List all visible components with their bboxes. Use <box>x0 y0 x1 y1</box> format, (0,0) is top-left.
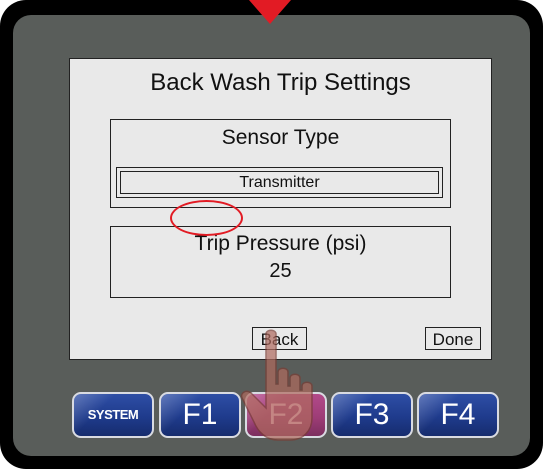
sensor-type-field[interactable]: Transmitter <box>116 167 443 198</box>
sensor-type-label: Sensor Type <box>221 126 340 149</box>
f4-key[interactable]: F4 <box>417 392 499 438</box>
trip-pressure-label: Trip Pressure (psi) <box>194 232 367 255</box>
f1-key[interactable]: F1 <box>159 392 241 438</box>
sensor-type-panel: Sensor Type Transmitter <box>110 119 451 208</box>
system-key[interactable]: SYSTEM <box>72 392 154 438</box>
page-title: Back Wash Trip Settings <box>150 69 411 96</box>
pointer-triangle-icon <box>249 0 291 24</box>
f4-key-label: F4 <box>440 398 476 431</box>
f3-key[interactable]: F3 <box>331 392 413 438</box>
sensor-type-value[interactable]: Transmitter <box>120 171 439 194</box>
highlight-circle <box>170 200 243 236</box>
f1-key-label: F1 <box>182 398 218 431</box>
f3-key-label: F3 <box>354 398 390 431</box>
trip-pressure-value[interactable]: 25 <box>111 260 450 283</box>
system-key-label: SYSTEM <box>87 407 139 422</box>
f2-key-label: F2 <box>268 398 304 431</box>
back-button[interactable]: Back <box>252 327 307 350</box>
trip-pressure-panel: Trip Pressure (psi) 25 <box>110 226 451 298</box>
display-screen: Back Wash Trip Settings Sensor Type Tran… <box>69 58 492 360</box>
f2-key[interactable]: F2 <box>245 392 327 438</box>
done-button[interactable]: Done <box>425 327 481 350</box>
